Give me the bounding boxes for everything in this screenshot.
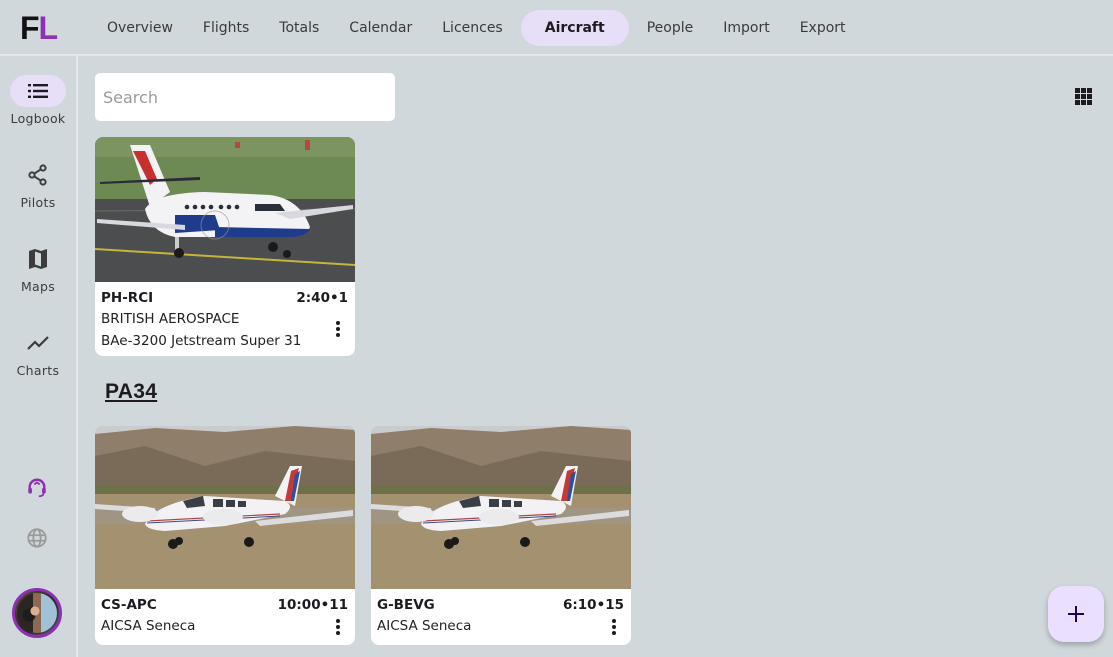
aircraft-info: CS-APC 10:00•11 AICSA Seneca xyxy=(95,589,355,637)
grid-view-icon xyxy=(1075,88,1080,93)
aircraft-card[interactable]: G-BEVG 6:10•15 AICSA Seneca xyxy=(371,426,631,645)
plus-icon xyxy=(1068,606,1084,622)
more-vert-icon xyxy=(336,619,340,623)
main-nav: Overview Flights Totals Calendar Licence… xyxy=(92,10,861,46)
search-input[interactable] xyxy=(95,73,395,121)
language-button[interactable] xyxy=(24,525,50,551)
aircraft-flight-time: 2:40•1 xyxy=(296,290,348,306)
grid-view-toggle[interactable] xyxy=(1072,86,1096,108)
aircraft-model: AICSA Seneca xyxy=(101,618,196,634)
tab-totals[interactable]: Totals xyxy=(264,10,334,46)
list-icon xyxy=(10,75,66,107)
aircraft-card[interactable]: CS-APC 10:00•11 AICSA Seneca xyxy=(95,426,355,645)
sidebar-label: Charts xyxy=(16,363,60,378)
tab-import[interactable]: Import xyxy=(708,10,784,46)
more-options-button[interactable] xyxy=(333,617,343,637)
group-title: PA34 xyxy=(105,380,158,403)
aircraft-photo xyxy=(95,137,355,282)
aircraft-info: PH-RCI 2:40•1 BRITISH AEROSPACE BAe-3200… xyxy=(95,282,355,352)
app-logo[interactable]: FL xyxy=(0,0,77,56)
trend-icon xyxy=(10,327,66,359)
tab-export[interactable]: Export xyxy=(785,10,861,46)
sidebar-item-logbook[interactable]: Logbook xyxy=(0,75,76,126)
sidebar-item-pilots[interactable]: Pilots xyxy=(0,159,76,210)
logo-letter-l: L xyxy=(38,9,59,46)
user-avatar[interactable] xyxy=(12,588,62,638)
aircraft-photo xyxy=(371,426,631,589)
sidebar: Logbook Pilots Maps Charts xyxy=(0,56,78,657)
tab-licences[interactable]: Licences xyxy=(427,10,517,46)
aircraft-manufacturer: BRITISH AEROSPACE xyxy=(101,311,240,327)
more-options-button[interactable] xyxy=(333,319,343,339)
sidebar-item-charts[interactable]: Charts xyxy=(0,327,76,378)
sidebar-item-maps[interactable]: Maps xyxy=(0,243,76,294)
headset-icon xyxy=(28,478,46,498)
sidebar-label: Pilots xyxy=(20,195,56,210)
aircraft-flight-time: 10:00•11 xyxy=(277,597,348,613)
share-icon xyxy=(10,159,66,191)
globe-icon xyxy=(27,528,47,548)
aircraft-card[interactable]: PH-RCI 2:40•1 BRITISH AEROSPACE BAe-3200… xyxy=(95,137,355,356)
aircraft-photo xyxy=(95,426,355,589)
sidebar-label: Logbook xyxy=(10,111,66,126)
logo-letter-f: F xyxy=(19,9,40,46)
more-options-button[interactable] xyxy=(609,617,619,637)
aircraft-flight-time: 6:10•15 xyxy=(563,597,624,613)
more-vert-icon xyxy=(336,321,340,325)
more-vert-icon xyxy=(612,619,616,623)
tab-calendar[interactable]: Calendar xyxy=(334,10,427,46)
tab-flights[interactable]: Flights xyxy=(188,10,264,46)
map-icon xyxy=(10,243,66,275)
top-bar: FL Overview Flights Totals Calendar Lice… xyxy=(0,0,1113,56)
support-button[interactable] xyxy=(24,475,50,501)
sidebar-label: Maps xyxy=(20,279,56,294)
tab-people[interactable]: People xyxy=(632,10,709,46)
aircraft-model: AICSA Seneca xyxy=(377,618,472,634)
tab-aircraft[interactable]: Aircraft xyxy=(520,10,629,46)
aircraft-model: BAe-3200 Jetstream Super 31 xyxy=(101,333,302,349)
add-aircraft-button[interactable] xyxy=(1048,586,1104,642)
aircraft-info: G-BEVG 6:10•15 AICSA Seneca xyxy=(371,589,631,637)
tab-overview[interactable]: Overview xyxy=(92,10,188,46)
